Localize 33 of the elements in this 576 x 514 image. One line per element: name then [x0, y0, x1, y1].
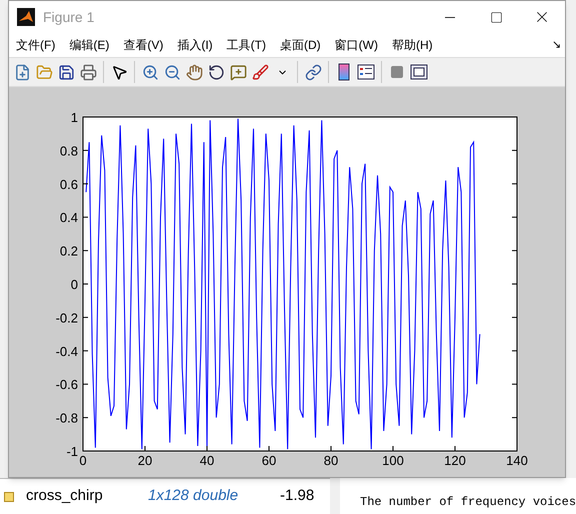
menu-item[interactable]: 编辑(E) — [62, 36, 116, 54]
variable-value: 1x128 double — [148, 486, 240, 506]
menu-item[interactable]: 窗口(W) — [328, 36, 385, 54]
y-tick-label: 0 — [70, 277, 78, 292]
y-tick-label: 0.8 — [60, 143, 78, 158]
y-tick-label: -0.4 — [56, 344, 78, 359]
x-tick-label: 0 — [79, 453, 87, 468]
y-tick-label: 1 — [70, 110, 78, 125]
x-tick-label: 60 — [262, 453, 276, 468]
x-tick-label: 40 — [200, 453, 214, 468]
y-tick-label: -0.8 — [56, 410, 78, 426]
menu-item[interactable]: 文件(F) — [9, 36, 62, 54]
menu-item[interactable]: 查看(V) — [116, 36, 170, 54]
menu-item[interactable]: 帮助(H) — [384, 36, 440, 54]
variable-name: cross_chirp — [26, 486, 104, 506]
x-tick-label: 140 — [506, 453, 528, 468]
y-tick-label: -1 — [66, 444, 78, 459]
menu-item[interactable]: 插入(I) — [170, 36, 220, 54]
menu-arrow: ↘ — [552, 38, 561, 53]
variable-min: -1.98 — [280, 486, 314, 506]
x-tick-label: 20 — [138, 453, 152, 468]
x-tick-label: 120 — [444, 453, 466, 468]
y-tick-label: 0.2 — [60, 244, 78, 259]
window-title: Figure 1 — [43, 8, 94, 27]
y-tick-label: 0.6 — [60, 176, 78, 192]
menu-item[interactable]: 工具(T) — [220, 36, 273, 54]
x-tick-label: 80 — [324, 453, 338, 468]
command-text: The number of frequency voices — [360, 494, 576, 511]
x-tick-label: 100 — [382, 453, 404, 468]
y-tick-label: -0.6 — [56, 377, 78, 392]
menu-item[interactable]: 桌面(D) — [272, 36, 328, 54]
y-tick-label: 0.4 — [60, 210, 78, 226]
y-tick-label: -0.2 — [56, 310, 78, 326]
